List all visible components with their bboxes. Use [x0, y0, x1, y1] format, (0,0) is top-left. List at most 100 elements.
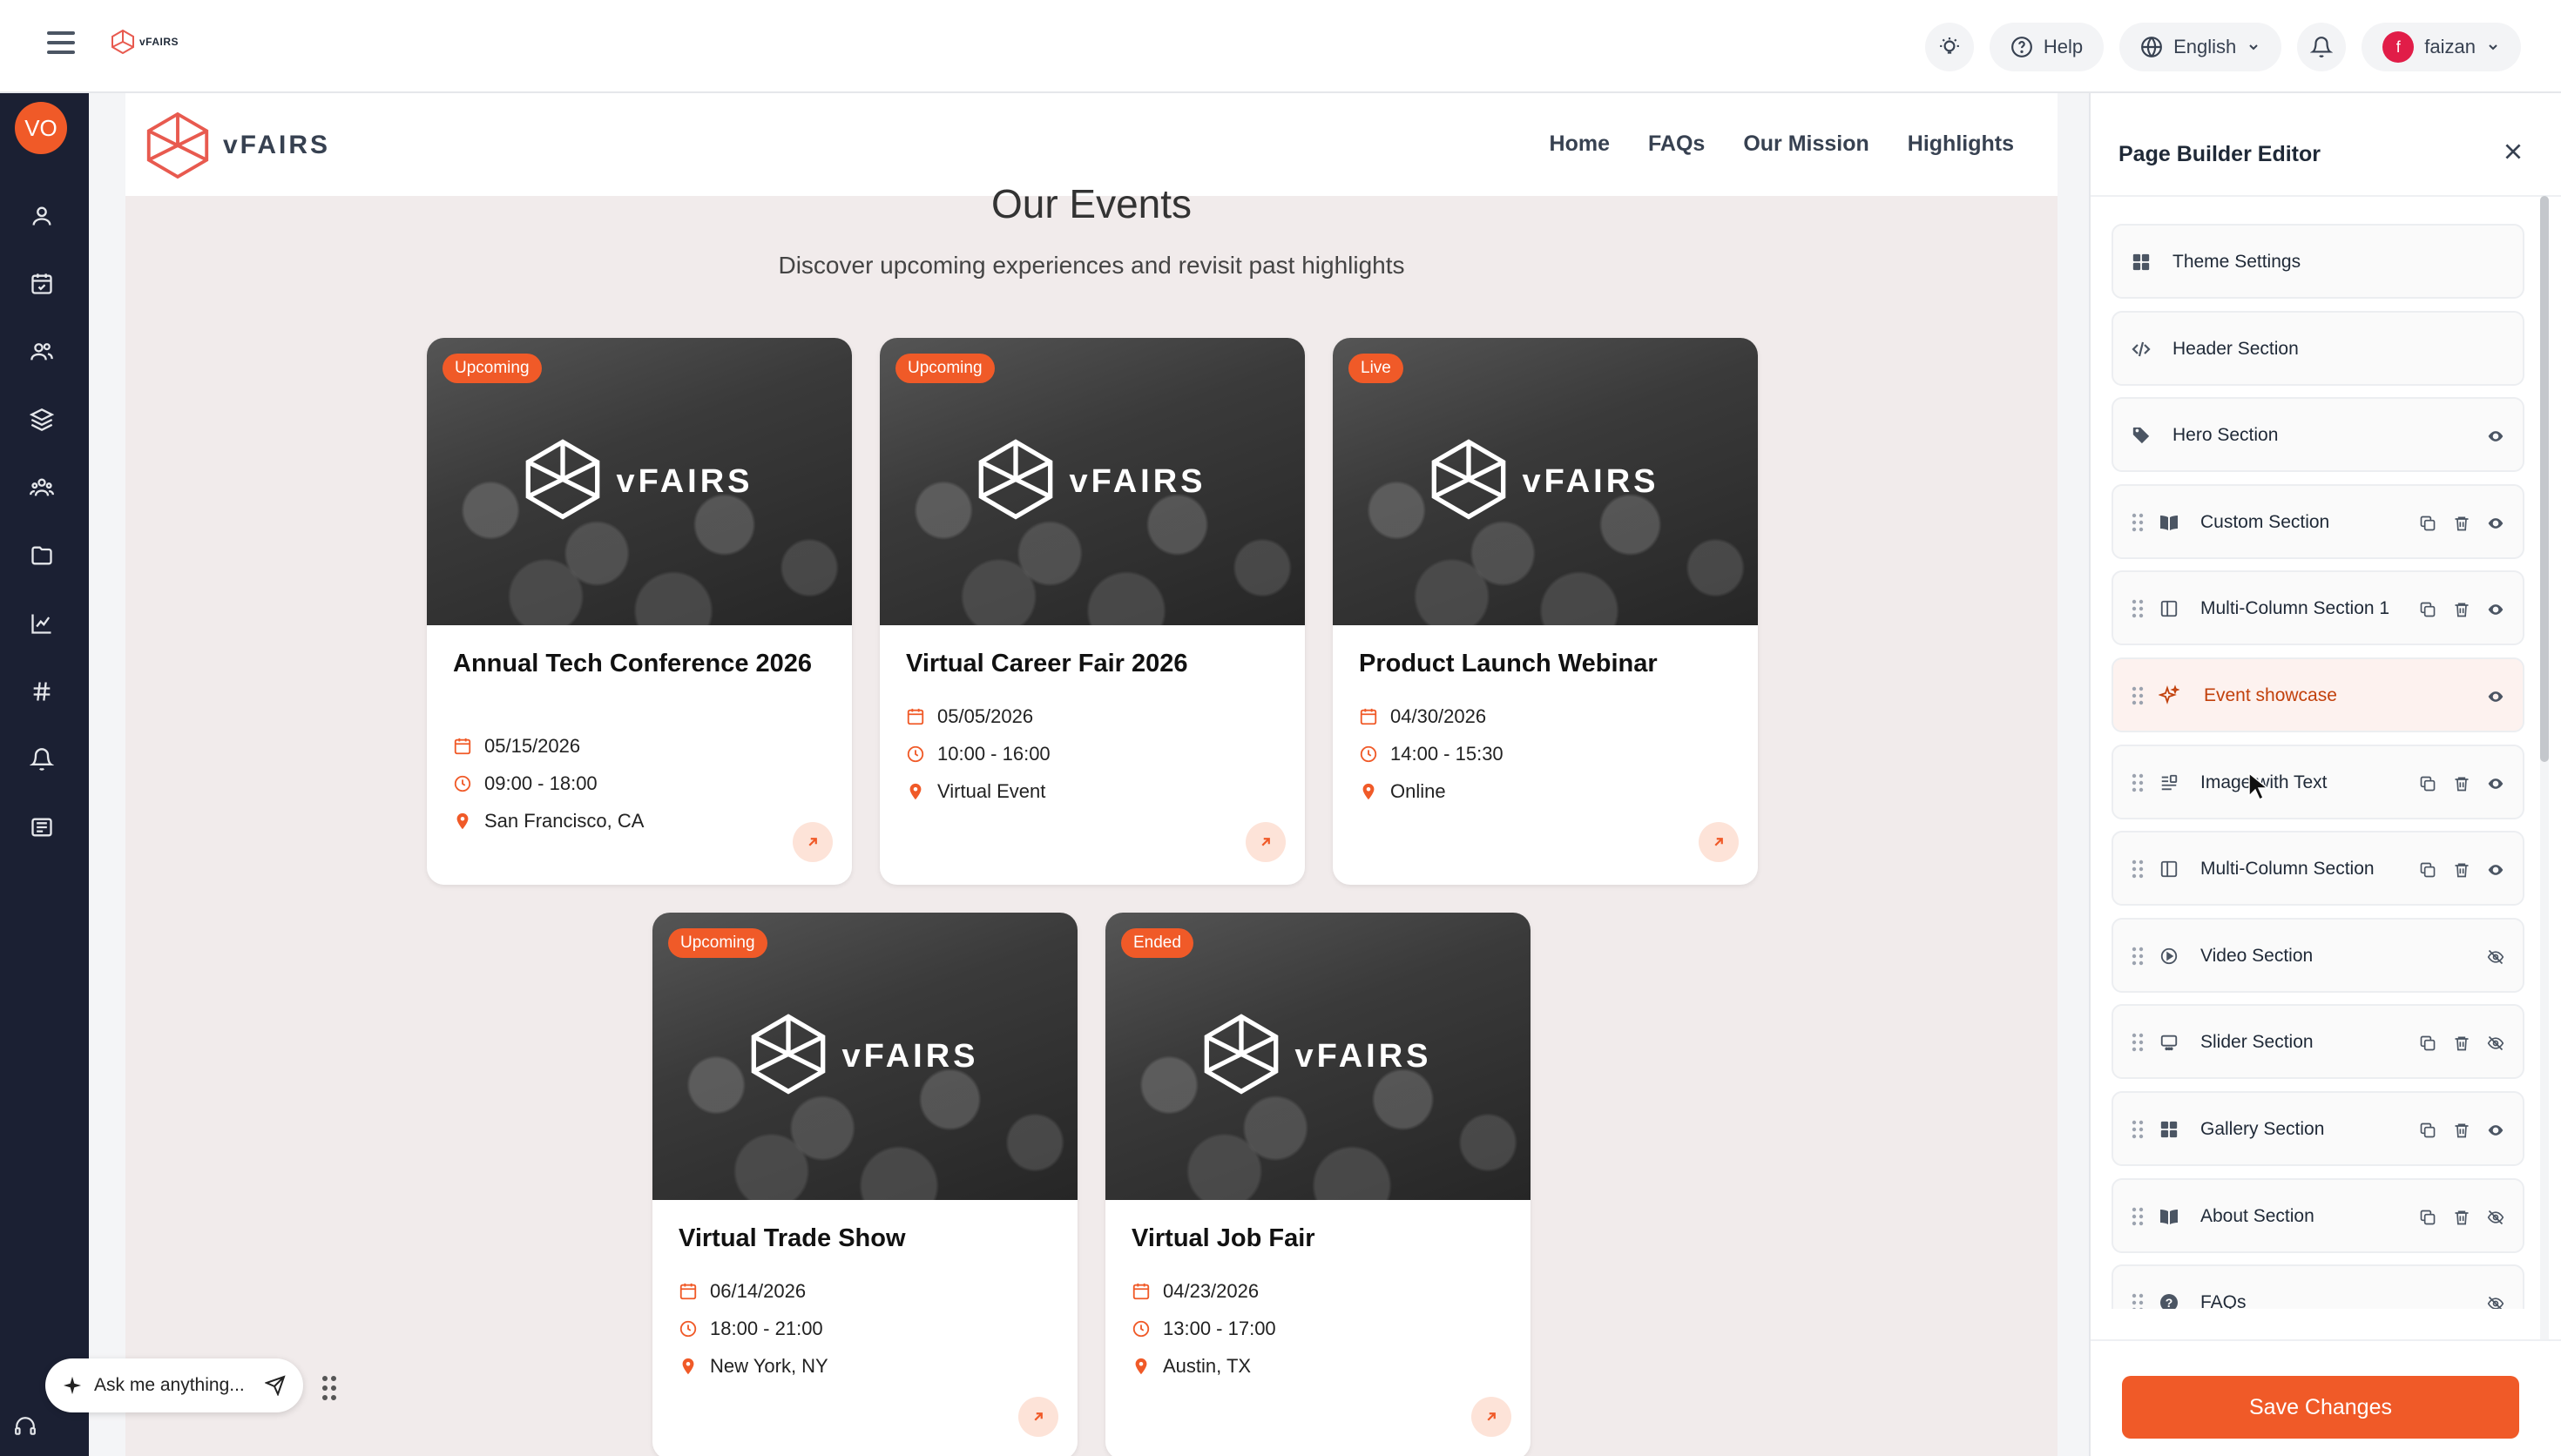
section-item-gallery-section[interactable]: Gallery Section [2112, 1091, 2524, 1166]
nav-link-faqs[interactable]: FAQs [1648, 131, 1705, 157]
hashtag-icon[interactable] [29, 678, 55, 704]
event-title[interactable]: Virtual Job Fair [1132, 1224, 1497, 1253]
open-event-button[interactable] [793, 822, 833, 862]
event-card[interactable]: vFAIRS Upcoming Annual Tech Conference 202… [427, 338, 852, 885]
eye-icon[interactable] [2486, 774, 2505, 793]
nav-link-home[interactable]: Home [1550, 131, 1610, 157]
calendar-check-icon[interactable] [29, 271, 55, 297]
trash-icon[interactable] [2452, 774, 2471, 793]
event-card[interactable]: vFAIRS Live Product Launch Webinar 04/30/20… [1333, 338, 1758, 885]
section-item-slider-section[interactable]: Slider Section [2112, 1004, 2524, 1080]
duplicate-icon[interactable] [2418, 514, 2437, 533]
panel-title: Page Builder Editor [2118, 142, 2321, 166]
trash-icon[interactable] [2452, 1121, 2471, 1140]
workspace-avatar[interactable]: VO [15, 102, 67, 154]
drag-handle-icon[interactable] [321, 1374, 338, 1402]
duplicate-icon[interactable] [2418, 1208, 2437, 1227]
event-time-text: 10:00 - 16:00 [937, 743, 1051, 765]
close-icon[interactable] [2502, 140, 2524, 163]
drag-handle-icon[interactable] [2131, 1292, 2145, 1309]
help-button[interactable]: Help [1989, 23, 2105, 71]
section-item-header-section[interactable]: Header Section [2112, 310, 2524, 386]
section-label: Theme Settings [2172, 252, 2301, 272]
trash-icon[interactable] [2452, 600, 2471, 619]
chat-placeholder[interactable]: Ask me anything... [94, 1375, 245, 1396]
drag-handle-icon[interactable] [2131, 859, 2145, 885]
eye-icon[interactable] [2486, 687, 2505, 706]
nav-link-highlights[interactable]: Highlights [1908, 131, 2014, 157]
eye-icon[interactable] [2486, 514, 2505, 533]
eye-off-icon[interactable] [2486, 947, 2505, 967]
top-logo[interactable]: vFAIRS [111, 30, 179, 54]
folder-icon[interactable] [29, 543, 55, 569]
drag-handle-icon[interactable] [2131, 1119, 2145, 1145]
analytics-icon[interactable] [29, 610, 55, 637]
nav-link-our-mission[interactable]: Our Mission [1743, 131, 1868, 157]
location-pin-icon [456, 812, 469, 830]
event-title[interactable]: Virtual Career Fair 2026 [906, 650, 1272, 678]
notifications-button[interactable] [2297, 23, 2347, 71]
section-item-video-section[interactable]: Video Section [2112, 917, 2524, 993]
user-icon[interactable] [29, 203, 55, 229]
team-icon[interactable] [29, 475, 55, 501]
section-item-multi-column-section[interactable]: Multi-Column Section [2112, 831, 2524, 907]
section-item-event-showcase[interactable]: Event showcase [2112, 657, 2524, 732]
open-event-button[interactable] [1018, 1397, 1058, 1437]
eye-icon[interactable] [2486, 600, 2505, 619]
event-card[interactable]: vFAIRS Ended Virtual Job Fair 04/23/2026 13:… [1105, 913, 1531, 1456]
section-item-faqs[interactable]: ? FAQs [2112, 1264, 2524, 1309]
eye-off-icon[interactable] [2486, 1208, 2505, 1227]
duplicate-icon[interactable] [2418, 860, 2437, 880]
eye-icon[interactable] [2486, 427, 2505, 446]
duplicate-icon[interactable] [2418, 774, 2437, 793]
ai-chat-widget[interactable]: Ask me anything... [45, 1358, 303, 1412]
trash-icon[interactable] [2452, 860, 2471, 880]
eye-icon[interactable] [2486, 860, 2505, 880]
eye-off-icon[interactable] [2486, 1034, 2505, 1053]
section-item-multi-column-section-1[interactable]: Multi-Column Section 1 [2112, 570, 2524, 646]
event-title[interactable]: Annual Tech Conference 2026 [453, 650, 819, 678]
open-event-button[interactable] [1699, 822, 1739, 862]
section-item-about-section[interactable]: About Section [2112, 1177, 2524, 1253]
headset-icon[interactable] [12, 1413, 38, 1439]
bell-icon[interactable] [29, 746, 55, 772]
hamburger-menu-icon[interactable] [47, 31, 75, 54]
event-card[interactable]: vFAIRS Upcoming Virtual Career Fair 2026 05… [880, 338, 1305, 885]
trash-icon[interactable] [2452, 1034, 2471, 1053]
drag-handle-icon[interactable] [2131, 772, 2145, 799]
theme-toggle-button[interactable] [1924, 23, 1974, 71]
drag-handle-icon[interactable] [2131, 946, 2145, 972]
clock-icon [1132, 1320, 1150, 1338]
open-event-button[interactable] [1471, 1397, 1511, 1437]
drag-handle-icon[interactable] [2131, 1206, 2145, 1232]
trash-icon[interactable] [2452, 514, 2471, 533]
user-menu[interactable]: f faizan [2362, 23, 2521, 71]
drag-handle-icon[interactable] [2131, 1032, 2145, 1058]
event-title[interactable]: Virtual Trade Show [679, 1224, 1044, 1253]
news-icon[interactable] [29, 814, 55, 840]
site-logo[interactable]: vFAIRS [146, 111, 330, 180]
eye-icon[interactable] [2486, 1121, 2505, 1140]
status-badge: Upcoming [668, 928, 767, 958]
duplicate-icon[interactable] [2418, 1121, 2437, 1140]
drag-handle-icon[interactable] [2131, 685, 2145, 711]
send-icon[interactable] [265, 1375, 286, 1396]
save-changes-button[interactable]: Save Changes [2122, 1376, 2519, 1439]
layers-icon[interactable] [29, 407, 55, 433]
panel-scrollbar-thumb[interactable] [2540, 196, 2549, 762]
section-item-hero-section[interactable]: Hero Section [2112, 397, 2524, 473]
section-item-theme-settings[interactable]: Theme Settings [2112, 224, 2524, 299]
open-event-button[interactable] [1246, 822, 1286, 862]
event-card[interactable]: vFAIRS Upcoming Virtual Trade Show 06/14/20… [652, 913, 1078, 1456]
language-selector[interactable]: English [2119, 23, 2282, 71]
drag-handle-icon[interactable] [2131, 598, 2145, 624]
eye-off-icon[interactable] [2486, 1294, 2505, 1309]
duplicate-icon[interactable] [2418, 600, 2437, 619]
trash-icon[interactable] [2452, 1208, 2471, 1227]
drag-handle-icon[interactable] [2131, 512, 2145, 538]
event-title[interactable]: Product Launch Webinar [1359, 650, 1725, 678]
users-icon[interactable] [29, 339, 55, 365]
duplicate-icon[interactable] [2418, 1034, 2437, 1053]
section-item-image-with-text[interactable]: Image with Text [2112, 744, 2524, 819]
section-item-custom-section[interactable]: Custom Section [2112, 483, 2524, 559]
